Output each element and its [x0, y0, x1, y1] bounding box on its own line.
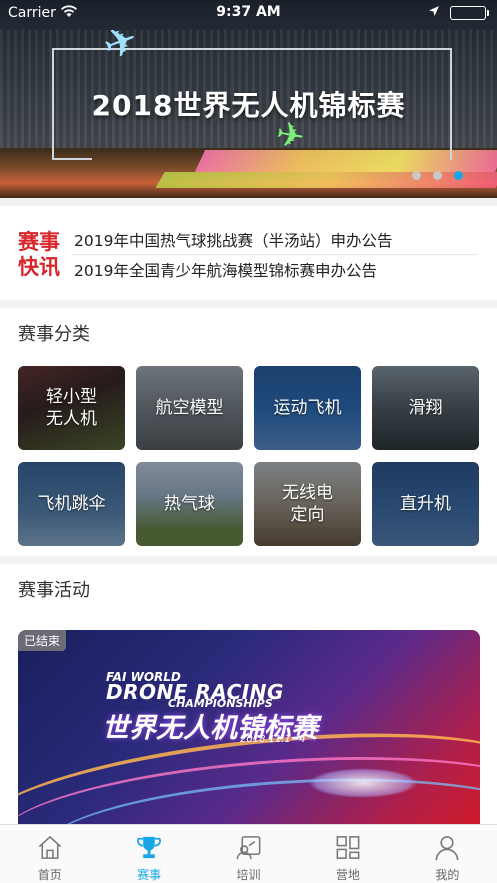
- trophy-icon: [137, 836, 162, 859]
- activities-title: 赛事活动: [18, 580, 90, 601]
- camp-grid-icon: [336, 836, 360, 859]
- tab-camp[interactable]: 营地: [298, 825, 397, 883]
- tab-bar: 首页 赛事 培训 营地 我的: [0, 824, 497, 883]
- tab-events[interactable]: 赛事: [99, 825, 198, 883]
- section-divider: [0, 198, 497, 206]
- tab-training[interactable]: 培训: [199, 825, 298, 883]
- category-label: 热气球: [164, 494, 215, 514]
- profile-icon: [435, 836, 459, 861]
- tab-label: 赛事: [137, 868, 162, 882]
- section-divider: [0, 300, 497, 308]
- status-time: 9:37 AM: [216, 4, 281, 20]
- hero-banner[interactable]: ✈ ✈ 2018世界无人机锦标赛: [0, 0, 497, 198]
- category-tile-radio-orienteering[interactable]: 无线电 定向: [254, 462, 361, 546]
- category-label: 航空模型: [155, 398, 224, 418]
- news-label-line: 赛事: [18, 230, 60, 254]
- category-tile-light-drone[interactable]: 轻小型 无人机: [18, 366, 125, 450]
- status-bar: Carrier 9:37 AM: [0, 0, 497, 26]
- news-label: 赛事 快讯: [18, 230, 64, 280]
- home-icon: [38, 835, 61, 859]
- tab-profile[interactable]: 我的: [398, 825, 497, 883]
- training-icon: [236, 836, 260, 860]
- news-ticker: 赛事 快讯 2019年中国热气球挑战赛（半汤站）申办公告 2019年全国青少年航…: [0, 206, 497, 300]
- section-divider: [0, 556, 497, 564]
- location-arrow-icon: [428, 5, 440, 21]
- category-tile-aeromodel[interactable]: 航空模型: [136, 366, 243, 450]
- tab-label: 首页: [37, 868, 62, 882]
- category-tile-hot-air-balloon[interactable]: 热气球: [136, 462, 243, 546]
- activity-date: 2018.11.1~4: [240, 734, 306, 745]
- category-label: 滑翔: [408, 398, 443, 418]
- banner-dot[interactable]: [412, 171, 421, 180]
- category-label: 轻小型 无人机: [46, 387, 97, 429]
- tab-label: 营地: [335, 868, 360, 882]
- activity-card[interactable]: 已结束 FAI WORLD DRONE RACING CHAMPIONSHIPS…: [18, 630, 480, 825]
- battery-icon: [450, 6, 489, 20]
- banner-dot-active[interactable]: [454, 171, 463, 180]
- banner-title: 2018世界无人机锦标赛: [91, 89, 406, 122]
- stadium-graphic: [308, 768, 418, 798]
- category-label: 无线电 定向: [282, 483, 333, 525]
- banner-pagination[interactable]: [412, 171, 463, 180]
- tab-label: 培训: [236, 868, 261, 882]
- category-tile-parachuting[interactable]: 飞机跳伞: [18, 462, 125, 546]
- category-tile-sport-aircraft[interactable]: 运动飞机: [254, 366, 361, 450]
- news-item[interactable]: 2019年中国热气球挑战赛（半汤站）申办公告: [74, 229, 484, 251]
- tab-label: 我的: [435, 868, 460, 882]
- categories-title: 赛事分类: [18, 324, 90, 345]
- status-badge: 已结束: [18, 630, 67, 651]
- category-tile-helicopter[interactable]: 直升机: [372, 462, 479, 546]
- category-label: 飞机跳伞: [37, 494, 106, 514]
- news-separator: [72, 254, 478, 255]
- app-screen: ✈ ✈ 2018世界无人机锦标赛 Carrier 9:37 AM 赛事 快讯 2…: [0, 0, 497, 883]
- banner-dot[interactable]: [433, 171, 442, 180]
- category-tile-gliding[interactable]: 滑翔: [372, 366, 479, 450]
- category-label: 直升机: [400, 494, 451, 514]
- tab-home[interactable]: 首页: [0, 825, 99, 883]
- category-label: 运动飞机: [273, 398, 342, 418]
- news-label-line: 快讯: [18, 255, 60, 279]
- news-item[interactable]: 2019年全国青少年航海模型锦标赛申办公告: [74, 259, 484, 281]
